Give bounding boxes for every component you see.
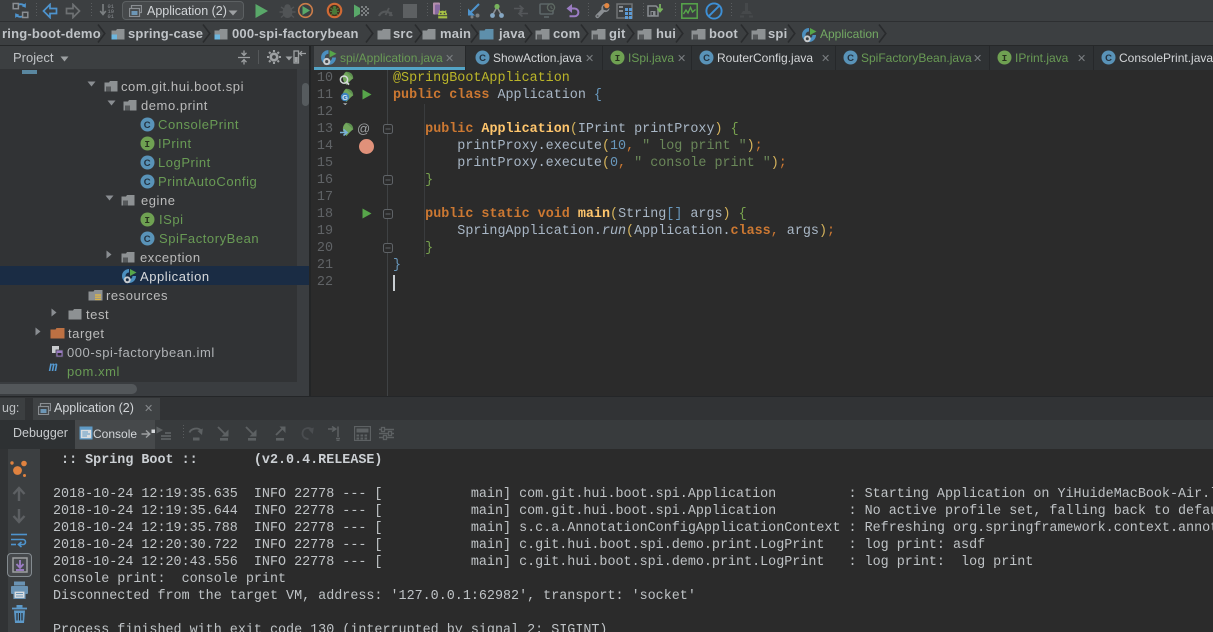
- svg-text:C: C: [144, 120, 151, 131]
- svg-text:C: C: [479, 53, 486, 64]
- svg-text:01: 01: [108, 14, 114, 19]
- svg-text:I: I: [1002, 53, 1008, 64]
- svg-text:I: I: [615, 53, 621, 64]
- svg-text:C: C: [1105, 53, 1112, 64]
- svg-text:C: C: [703, 53, 710, 64]
- svg-text:I: I: [144, 139, 150, 150]
- svg-text:C: C: [847, 53, 854, 64]
- svg-text:C: C: [144, 234, 151, 245]
- svg-text:G: G: [342, 93, 348, 102]
- svg-text:C: C: [144, 177, 151, 188]
- svg-text:I: I: [144, 215, 150, 226]
- svg-text:C: C: [144, 158, 151, 169]
